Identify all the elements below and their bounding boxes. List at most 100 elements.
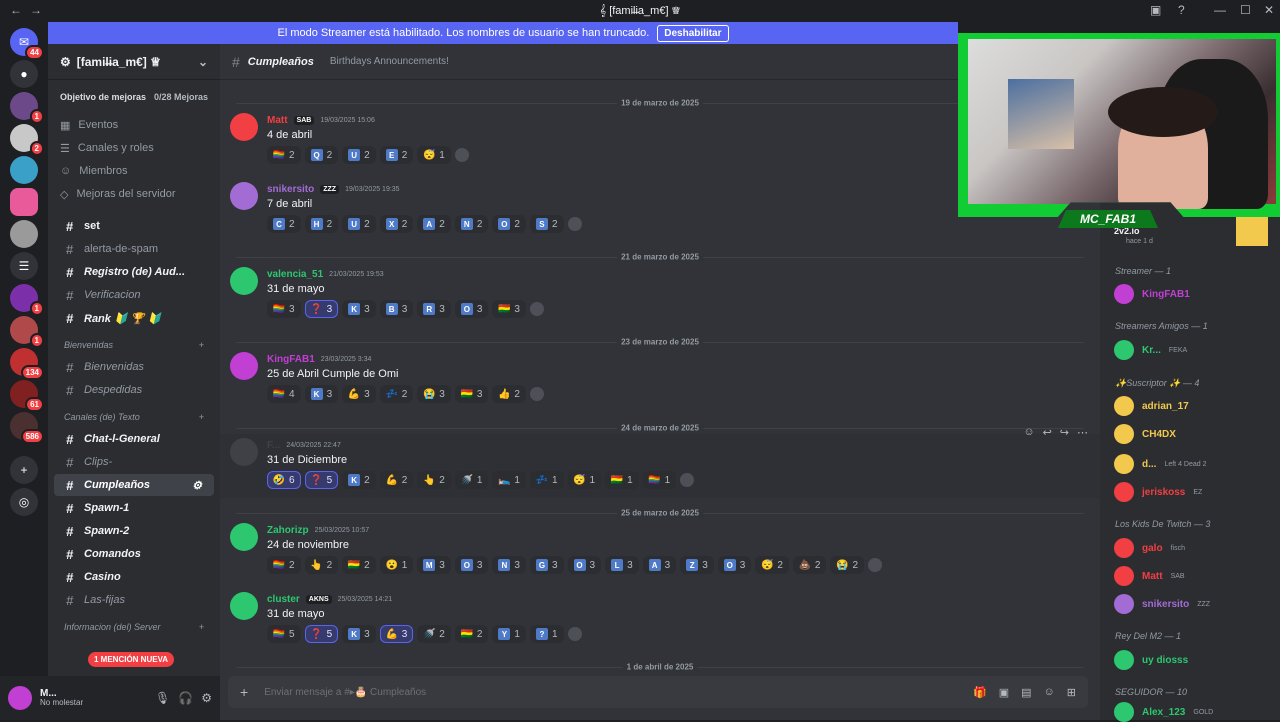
message[interactable]: valencia_51 21/03/2025 19:53 31 de mayo 🏳️‍… xyxy=(220,263,1100,327)
close-button[interactable]: ✕ xyxy=(1264,3,1274,17)
channel-spawn-2[interactable]: # Spawn-2 xyxy=(54,520,214,542)
channel-registro[interactable]: # Registro (de) Aud... xyxy=(54,261,214,283)
reaction[interactable]: O2 xyxy=(492,215,526,233)
reaction[interactable]: E2 xyxy=(379,146,414,164)
avatar[interactable] xyxy=(230,523,258,551)
reaction[interactable]: 😴 1 xyxy=(417,146,451,164)
boost-goal[interactable]: Objetivo de mejoras 0/28 Mejoras xyxy=(56,86,212,108)
reaction[interactable]: 👆 2 xyxy=(417,471,451,489)
member-item[interactable]: adrian_17 xyxy=(1114,396,1189,416)
reaction[interactable]: 🏳️‍🌈 1 xyxy=(642,471,677,489)
member-item[interactable]: galo fisch xyxy=(1114,538,1185,558)
nav-members[interactable]: ☺ Miembros xyxy=(48,160,220,182)
disable-streamer-button[interactable]: Deshabilitar xyxy=(657,24,729,42)
member-item[interactable]: Alex_123 GOLD xyxy=(1114,702,1213,722)
reaction[interactable]: X2 xyxy=(379,215,414,233)
message-author[interactable]: Zahorizp xyxy=(267,525,309,536)
reaction[interactable]: 👍 2 xyxy=(492,385,526,403)
reply-icon[interactable]: ↩ xyxy=(1043,426,1052,439)
sticker-icon[interactable]: ▤ xyxy=(1021,686,1031,699)
reaction[interactable]: 🏳️‍🌈 5 xyxy=(267,625,301,643)
microphone-icon[interactable]: 🎙 xyxy=(155,691,170,705)
emoji-icon[interactable]: ☺ xyxy=(1044,686,1055,699)
chat-bubble-icon[interactable]: ● xyxy=(10,60,38,88)
add-reaction-icon[interactable] xyxy=(567,217,582,231)
channel-verificacion[interactable]: # Verificacion xyxy=(54,284,214,306)
nav-channels-roles[interactable]: ☰ Canales y roles xyxy=(48,137,220,159)
member-item[interactable]: snikersito ZZZ xyxy=(1114,594,1210,614)
reaction[interactable]: 😭 2 xyxy=(830,556,864,574)
add-reaction-icon[interactable] xyxy=(680,473,695,487)
channel-clips[interactable]: # Clips- xyxy=(54,451,214,473)
help-icon[interactable]: ? xyxy=(1178,3,1185,17)
server-icon-7[interactable]: 1 xyxy=(10,284,44,316)
reaction[interactable]: 👆 2 xyxy=(304,556,339,574)
headphones-icon[interactable]: 🎧 xyxy=(178,691,193,705)
reaction[interactable]: O3 xyxy=(454,300,489,318)
member-item[interactable]: CH4DX xyxy=(1114,424,1176,444)
reaction[interactable]: M3 xyxy=(417,556,451,574)
reaction[interactable]: Z3 xyxy=(680,556,714,574)
message-author[interactable]: valencia_51 xyxy=(267,269,323,280)
reaction[interactable]: 🇧🇴 3 xyxy=(492,300,526,318)
inbox-icon[interactable]: ▣ xyxy=(1150,3,1161,17)
reaction[interactable]: 🚿 1 xyxy=(454,471,489,489)
message[interactable]: cluster AKNS 25/03/2025 14:21 31 de mayo 🏳️‍… xyxy=(220,588,1100,652)
channel-spawn-1[interactable]: # Spawn-1 xyxy=(54,497,214,519)
reaction[interactable]: S2 xyxy=(529,215,564,233)
settings-icon[interactable]: ⚙ xyxy=(201,691,212,705)
category-canales-texto[interactable]: Canales (de) Texto + xyxy=(48,407,220,427)
reaction[interactable]: N3 xyxy=(492,556,526,574)
nav-boosts[interactable]: ◇ Mejoras del servidor xyxy=(48,183,220,205)
member-item[interactable]: KingFAB1 xyxy=(1114,284,1190,304)
channel-set[interactable]: # set xyxy=(54,215,214,237)
reaction[interactable]: 🇧🇴 2 xyxy=(454,625,489,643)
message[interactable]: F... 24/03/2025 22:47 31 de Diciembre 🤣 6 ❓ 5 K… xyxy=(220,426,1100,498)
reaction[interactable]: A2 xyxy=(417,215,451,233)
plus-icon[interactable]: + xyxy=(199,622,204,632)
reaction[interactable]: C2 xyxy=(267,215,301,233)
reaction[interactable]: 🚿 2 xyxy=(417,625,451,643)
server-icon-2[interactable]: 2 xyxy=(10,124,44,156)
plus-icon[interactable]: + xyxy=(240,684,248,700)
channel-despedidas[interactable]: # Despedidas xyxy=(54,379,214,401)
gift-icon[interactable]: 🎁 xyxy=(973,686,987,699)
minimize-button[interactable]: — xyxy=(1214,3,1226,17)
reaction[interactable]: K3 xyxy=(304,385,339,403)
reaction[interactable]: 💪 3 xyxy=(379,625,414,643)
reaction[interactable]: U2 xyxy=(342,146,376,164)
reaction[interactable]: 🤣 6 xyxy=(267,471,301,489)
reaction[interactable]: 🇧🇴 2 xyxy=(342,556,376,574)
reaction[interactable]: 💩 2 xyxy=(792,556,827,574)
reaction[interactable]: 😮 1 xyxy=(379,556,414,574)
reaction[interactable]: ❓ 3 xyxy=(304,300,339,318)
reaction[interactable]: O3 xyxy=(717,556,752,574)
avatar[interactable] xyxy=(230,352,258,380)
forward-icon[interactable]: ↪ xyxy=(1060,426,1069,439)
nav-events[interactable]: ▦ Eventos xyxy=(48,114,220,136)
new-mention-pill[interactable]: 1 MENCIÓN NUEVA xyxy=(88,652,175,667)
reaction[interactable]: 💤 2 xyxy=(379,385,414,403)
avatar[interactable] xyxy=(8,686,32,710)
message[interactable]: Zahorizp 25/03/2025 10:57 24 de noviembre 🏳… xyxy=(220,519,1100,583)
member-item[interactable]: jeriskoss EZ xyxy=(1114,482,1202,502)
add-reaction-icon[interactable] xyxy=(454,148,469,162)
reaction[interactable]: Q2 xyxy=(304,146,339,164)
reaction[interactable]: 🏳️‍🌈 4 xyxy=(267,385,301,403)
channel-alerta-de-spam[interactable]: # alerta-de-spam xyxy=(54,238,214,260)
add-reaction-icon[interactable] xyxy=(529,302,544,316)
message-author[interactable]: snikersito xyxy=(267,184,314,195)
server-icon-3[interactable] xyxy=(10,156,38,184)
reaction[interactable]: 💤 1 xyxy=(529,471,564,489)
channel-rank[interactable]: # Rank 🔰 🏆 🔰 xyxy=(54,307,214,329)
gear-icon[interactable]: ⚙ xyxy=(192,479,202,492)
avatar[interactable] xyxy=(230,592,258,620)
message-author[interactable]: F... xyxy=(267,440,280,451)
reaction[interactable]: 🏳️‍🌈 2 xyxy=(267,556,301,574)
member-item[interactable]: Matt SAB xyxy=(1114,566,1185,586)
message-author[interactable]: Matt xyxy=(267,115,288,126)
channel-comandos[interactable]: # Comandos xyxy=(54,543,214,565)
reaction[interactable]: G3 xyxy=(529,556,564,574)
message[interactable]: KingFAB1 23/03/2025 3:34 25 de Abril Cumpl… xyxy=(220,348,1100,412)
reaction[interactable]: H2 xyxy=(304,215,339,233)
